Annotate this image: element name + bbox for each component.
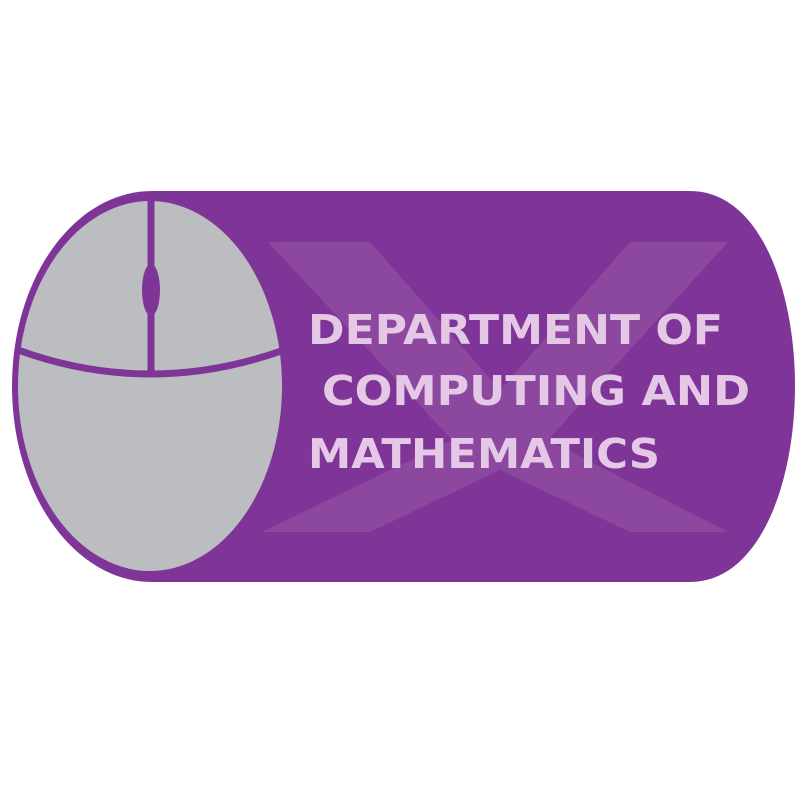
- department-logo: DEPARTMENT OF COMPUTING AND MATHEMATICS: [12, 191, 795, 582]
- logo-text-line-1: DEPARTMENT OF: [308, 306, 723, 354]
- logo-text-line-2: COMPUTING AND: [322, 367, 750, 415]
- computer-mouse-icon: [14, 196, 286, 575]
- logo-text-line-3: MATHEMATICS: [308, 430, 660, 478]
